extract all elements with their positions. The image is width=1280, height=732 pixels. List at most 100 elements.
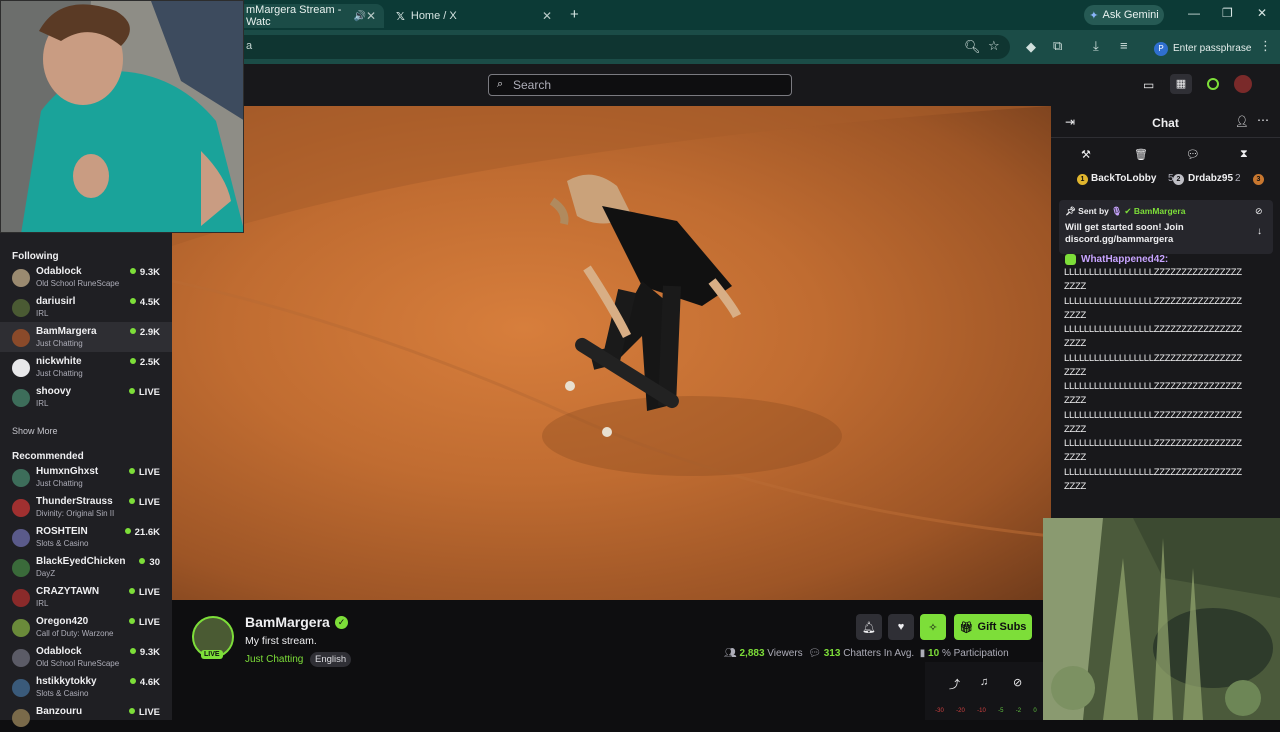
channel-avatar xyxy=(12,709,30,727)
gift-subs-button[interactable]: 🎁︎ Gift Subs xyxy=(954,614,1032,640)
address-bar[interactable]: a xyxy=(230,35,1010,59)
sidebar-channel-item[interactable]: dariusirl IRL 4.5K xyxy=(0,292,172,322)
new-tab-button[interactable]: + xyxy=(570,6,579,23)
sidebar-channel-item[interactable]: shoovy IRL LIVE xyxy=(0,382,172,412)
leader-name[interactable]: Drdabz95 xyxy=(1188,173,1233,184)
channel-avatar xyxy=(12,469,30,487)
viewer-count: 4.5K xyxy=(130,297,160,308)
hide-icon[interactable]: ⊘ xyxy=(1255,206,1263,217)
channel-name: Odablock xyxy=(36,646,82,657)
passphrase-label: Enter passphrase xyxy=(1173,43,1252,54)
pinned-author[interactable]: BamMargera xyxy=(1134,206,1186,216)
puzzle-icon[interactable]: ⧉ xyxy=(1053,38,1062,54)
search-placeholder: Search xyxy=(513,78,552,92)
speaker-icon[interactable]: ♫ xyxy=(980,676,988,688)
leader-name[interactable]: BackToLobby xyxy=(1091,173,1156,184)
community-icon[interactable]: 👤︎ xyxy=(1235,115,1249,128)
show-more-link[interactable]: Show More xyxy=(12,426,58,436)
sidebar-channel-item[interactable]: CRAZYTAWN IRL LIVE xyxy=(0,582,172,612)
trash-icon[interactable]: 🗑︎ xyxy=(1134,148,1148,161)
media-control-icon[interactable]: ≡ xyxy=(1120,38,1128,53)
live-badge: LIVE xyxy=(201,650,223,659)
chat-message-line: LLLLLLLLLLLLLLLLLLZZZZZZZZZZZZZZZZ xyxy=(1064,295,1242,307)
outdoor-camera-overlay xyxy=(1043,518,1280,720)
channel-avatar xyxy=(12,559,30,577)
hammer-icon[interactable]: ⚒ xyxy=(1081,148,1091,161)
sidebar-channel-item[interactable]: Odablock Old School RuneScape 9.3K xyxy=(0,262,172,292)
channel-avatar xyxy=(12,389,30,407)
channel-name[interactable]: BamMargera xyxy=(245,614,330,630)
viewer-count: LIVE xyxy=(129,587,160,598)
channel-game: IRL xyxy=(36,309,49,318)
speaker-icon[interactable]: 🔊 xyxy=(353,11,365,22)
channel-game: Call of Duty: Warzone xyxy=(36,629,114,638)
viewer-count: LIVE xyxy=(129,617,160,628)
share-icon[interactable]: ⤴ xyxy=(949,676,960,692)
sidebar-channel-item[interactable]: Oregon420 Call of Duty: Warzone LIVE xyxy=(0,612,172,642)
notification-bell-button[interactable]: 🔔︎ xyxy=(856,614,882,640)
tab-x-home[interactable]: 𝕏 Home / X ✕ xyxy=(388,4,560,28)
viewer-count: LIVE xyxy=(129,707,160,718)
video-player[interactable] xyxy=(172,106,1051,600)
status-ring-icon[interactable] xyxy=(1207,78,1219,90)
channel-game: Divinity: Original Sin II xyxy=(36,509,115,518)
channel-name: dariusirl xyxy=(36,296,76,307)
prime-icon[interactable]: ▭ xyxy=(1143,78,1154,92)
kebab-menu-icon[interactable]: ⋮ xyxy=(1259,38,1272,54)
sidebar-channel-item[interactable]: Banzouru LIVE xyxy=(0,702,172,732)
channel-name: BamMargera xyxy=(36,326,97,337)
more-options-icon[interactable]: ⋯ xyxy=(1257,113,1269,127)
arrow-down-icon[interactable]: ↓ xyxy=(1257,226,1262,237)
close-tab-icon[interactable]: ✕ xyxy=(366,9,376,23)
extension-icon[interactable]: ◆ xyxy=(1026,39,1036,55)
zoom-icon[interactable]: 🔍︎ xyxy=(964,39,981,55)
mute-icon[interactable]: ⊘ xyxy=(1013,676,1022,689)
close-tab-icon[interactable]: ✕ xyxy=(542,9,552,23)
user-avatar[interactable] xyxy=(1234,75,1252,93)
chat-message-line: ZZZZ xyxy=(1064,452,1087,463)
passphrase-button[interactable]: P Enter passphrase xyxy=(1148,36,1259,58)
chat-panel: ⇥ Chat 👤︎ ⋯ ⚒ 🗑︎ 💬︎ ⧗ 1 BackToLobby 5 2 … xyxy=(1051,106,1280,518)
sidebar-channel-item[interactable]: BlackEyedChicken DayZ 30 xyxy=(0,552,172,582)
viewer-count: 30 xyxy=(139,557,160,568)
language-tag[interactable]: English xyxy=(310,652,352,667)
channel-avatar xyxy=(12,329,30,347)
chatters-label: Chatters In Avg. xyxy=(843,648,915,659)
ask-gemini-button[interactable]: ✦ Ask Gemini xyxy=(1084,5,1164,25)
category-link[interactable]: Just Chatting xyxy=(245,654,303,665)
channel-game: Old School RuneScape xyxy=(36,279,120,288)
viewer-count: LIVE xyxy=(129,497,160,508)
sidebar-channel-item[interactable]: HumxnGhxst Just Chatting LIVE xyxy=(0,462,172,492)
viewer-label: Viewers xyxy=(767,648,803,659)
boost-button[interactable]: ✧ xyxy=(920,614,946,640)
sidebar-channel-item[interactable]: hstikkytokky Slots & Casino 4.6K xyxy=(0,672,172,702)
sidebar-channel-item[interactable]: Odablock Old School RuneScape 9.3K xyxy=(0,642,172,672)
chat-message-line: LLLLLLLLLLLLLLLLLLZZZZZZZZZZZZZZZZ xyxy=(1064,438,1242,449)
bookmark-star-icon[interactable]: ☆ xyxy=(988,38,1000,54)
sidebar-channel-item[interactable]: ROSHTEIN Slots & Casino 21.6K xyxy=(0,522,172,552)
mic-badge-icon: 🎙︎ xyxy=(1111,206,1123,216)
sidebar-channel-item[interactable]: ThunderStrauss Divinity: Original Sin II L… xyxy=(0,492,172,522)
level-tick: -10 xyxy=(977,708,986,714)
speech-bubble-icon[interactable]: 💬︎ xyxy=(1186,148,1200,161)
sparkle-icon: ✧ xyxy=(928,621,938,634)
follow-heart-button[interactable]: ♥ xyxy=(888,614,914,640)
download-icon[interactable]: ⤓ xyxy=(1093,38,1099,54)
level-tick: -5 xyxy=(998,708,1004,714)
layout-icon[interactable]: ▦ xyxy=(1170,74,1192,94)
level-tick: -30 xyxy=(935,708,944,714)
chat-username[interactable]: WhatHappened42: xyxy=(1081,254,1168,265)
restore-icon[interactable]: ❐ xyxy=(1222,6,1233,20)
search-input[interactable]: ⌕ Search xyxy=(488,74,792,96)
leaderboard: 1 BackToLobby 5 2 Drdabz95 2 3 xyxy=(1051,172,1280,190)
close-window-icon[interactable]: ✕ xyxy=(1257,6,1267,20)
channel-game: Slots & Casino xyxy=(36,689,89,698)
hourglass-icon[interactable]: ⧗ xyxy=(1240,148,1248,161)
tab-twitch-stream[interactable]: mMargera Stream - Watc 🔊 ✕ xyxy=(238,4,384,28)
channel-name: Odablock xyxy=(36,266,82,277)
level-tick: -20 xyxy=(956,708,965,714)
sidebar-channel-item[interactable]: nickwhite Just Chatting 2.5K xyxy=(0,352,172,382)
sidebar-channel-item[interactable]: BamMargera Just Chatting 2.9K xyxy=(0,322,172,352)
minimize-icon[interactable]: — xyxy=(1188,6,1200,20)
channel-avatar xyxy=(12,299,30,317)
